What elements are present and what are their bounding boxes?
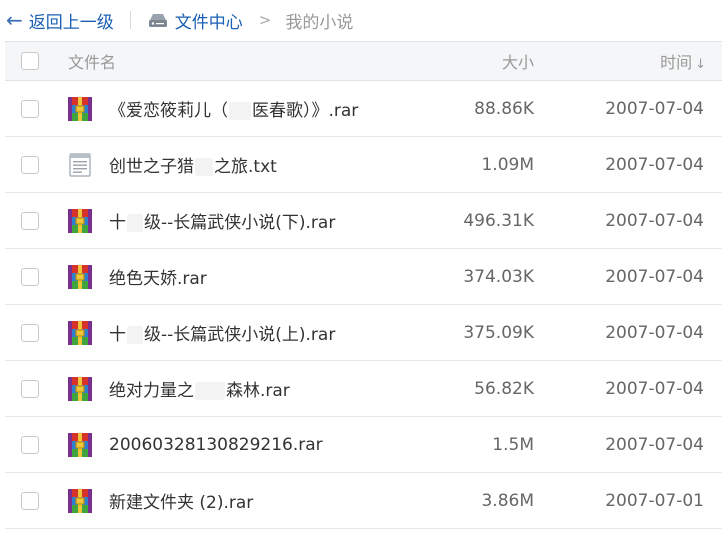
- cloud-drive-icon: [148, 14, 167, 27]
- file-size: 1.5M: [492, 434, 534, 455]
- breadcrumb-divider: [129, 11, 131, 29]
- rar-archive-icon: [68, 320, 92, 345]
- table-row[interactable]: 十级--长篇武侠小说(上).rar 375.09K 2007-07-04: [5, 305, 722, 361]
- file-date: 2007-07-01: [605, 490, 704, 511]
- file-name-link[interactable]: 新建文件夹 (2).rar: [109, 488, 253, 513]
- table-row[interactable]: 《爱恋筱莉儿（ 医春歌）》.rar 88.86K 2007-07-04: [5, 81, 722, 137]
- redacted-text: [127, 326, 143, 344]
- table-header: 文件名 大小 时间 ↓: [5, 41, 722, 81]
- file-name-link[interactable]: 十级--长篇武侠小说(下).rar: [109, 208, 335, 233]
- row-checkbox[interactable]: [21, 211, 39, 230]
- table-row[interactable]: 绝对力量之 森林.rar 56.82K 2007-07-04: [5, 361, 722, 417]
- file-size: 375.09K: [463, 322, 534, 343]
- table-row[interactable]: 新建文件夹 (2).rar 3.86M 2007-07-01: [5, 473, 722, 529]
- breadcrumb-current: 我的小说: [285, 12, 354, 33]
- breadcrumb-separator: >: [258, 11, 272, 29]
- back-link[interactable]: 返回上一级: [29, 8, 114, 33]
- file-name-link[interactable]: 《爱恋筱莉儿（ 医春歌）》.rar: [109, 96, 358, 121]
- row-checkbox[interactable]: [21, 267, 39, 286]
- breadcrumb: ← 返回上一级 文件中心 > 我的小说: [0, 0, 724, 40]
- file-name-link[interactable]: 十级--长篇武侠小说(上).rar: [109, 320, 335, 345]
- redacted-text: [127, 214, 143, 232]
- breadcrumb-root-link[interactable]: 文件中心: [175, 8, 243, 33]
- sort-down-icon: ↓: [695, 57, 706, 72]
- rar-archive-icon: [68, 432, 92, 457]
- file-size: 3.86M: [481, 490, 534, 511]
- file-size: 1.09M: [481, 154, 534, 175]
- redacted-text: [229, 102, 251, 120]
- file-size: 88.86K: [474, 98, 534, 119]
- column-name-header[interactable]: 文件名: [68, 49, 116, 73]
- row-checkbox[interactable]: [21, 155, 39, 174]
- row-checkbox[interactable]: [21, 99, 39, 118]
- file-date: 2007-07-04: [605, 434, 704, 455]
- table-row[interactable]: 创世之子猎 之旅.txt 1.09M 2007-07-04: [5, 137, 722, 193]
- file-date: 2007-07-04: [605, 154, 704, 175]
- text-file-icon: [68, 152, 92, 177]
- back-arrow-icon[interactable]: ←: [6, 10, 23, 30]
- rar-archive-icon: [68, 376, 92, 401]
- column-size-header[interactable]: 大小: [502, 49, 534, 73]
- file-date: 2007-07-04: [605, 266, 704, 287]
- file-name-link[interactable]: 绝对力量之 森林.rar: [109, 376, 290, 401]
- rar-archive-icon: [68, 264, 92, 289]
- row-checkbox[interactable]: [21, 323, 39, 342]
- redacted-text: [195, 158, 213, 176]
- row-checkbox[interactable]: [21, 379, 39, 398]
- file-date: 2007-07-04: [605, 98, 704, 119]
- file-date: 2007-07-04: [605, 210, 704, 231]
- file-size: 374.03K: [463, 266, 534, 287]
- table-row[interactable]: 20060328130829216.rar 1.5M 2007-07-04: [5, 417, 722, 473]
- row-checkbox[interactable]: [21, 491, 39, 510]
- row-checkbox[interactable]: [21, 435, 39, 454]
- file-date: 2007-07-04: [605, 322, 704, 343]
- select-all-checkbox[interactable]: [21, 52, 39, 70]
- rar-archive-icon: [68, 208, 92, 233]
- file-table: 文件名 大小 时间 ↓ 《爱恋筱莉儿（ 医春歌）》.rar 88.86K 2007-07…: [5, 41, 722, 529]
- table-row[interactable]: 十级--长篇武侠小说(下).rar 496.31K 2007-07-04: [5, 193, 722, 249]
- table-row[interactable]: 绝色天娇.rar 374.03K 2007-07-04: [5, 249, 722, 305]
- file-size: 56.82K: [474, 378, 534, 399]
- file-date: 2007-07-04: [605, 378, 704, 399]
- file-size: 496.31K: [463, 210, 534, 231]
- file-name-link[interactable]: 绝色天娇.rar: [109, 264, 207, 289]
- column-time-header[interactable]: 时间 ↓: [660, 49, 706, 73]
- rar-archive-icon: [68, 96, 92, 121]
- file-name-link[interactable]: 创世之子猎 之旅.txt: [109, 152, 277, 177]
- redacted-text: [195, 382, 225, 400]
- rar-archive-icon: [68, 488, 92, 513]
- file-name-link[interactable]: 20060328130829216.rar: [109, 435, 323, 455]
